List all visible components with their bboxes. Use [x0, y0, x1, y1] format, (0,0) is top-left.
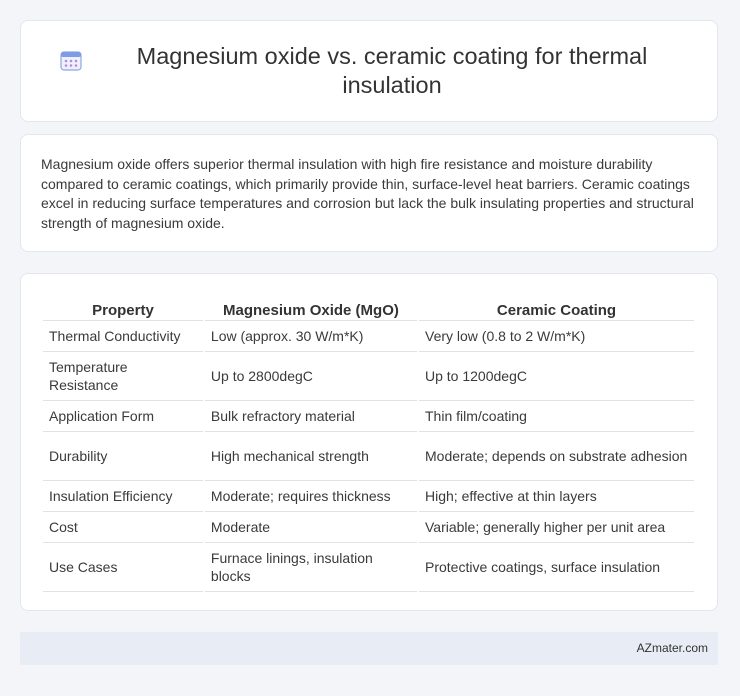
cell-ceramic: Moderate; depends on substrate adhesion — [419, 432, 694, 481]
footer: AZmater.com — [20, 632, 718, 665]
header-magnesium-oxide: Magnesium Oxide (MgO) — [204, 295, 417, 321]
table-row: Application Form Bulk refractory materia… — [43, 401, 694, 432]
table-row: Temperature Resistance Up to 2800degC Up… — [43, 352, 694, 401]
cell-mgo: High mechanical strength — [204, 432, 417, 481]
table-row: Insulation Efficiency Moderate; requires… — [43, 481, 694, 512]
cell-property: Application Form — [43, 401, 203, 432]
header-ceramic-coating: Ceramic Coating — [419, 295, 694, 321]
footer-brand[interactable]: AZmater.com — [637, 641, 708, 655]
table-row: Thermal Conductivity Low (approx. 30 W/m… — [43, 321, 694, 352]
table-row: Use Cases Furnace linings, insulation bl… — [43, 543, 694, 592]
comparison-table-card: Property Magnesium Oxide (MgO) Ceramic C… — [20, 273, 718, 611]
cell-mgo: Up to 2800degC — [204, 352, 417, 401]
cell-mgo: Moderate; requires thickness — [204, 481, 417, 512]
header-property: Property — [43, 295, 203, 321]
cell-property: Use Cases — [43, 543, 203, 592]
cell-property: Temperature Resistance — [43, 352, 203, 401]
cell-property: Cost — [43, 512, 203, 543]
cell-ceramic: Protective coatings, surface insulation — [419, 543, 694, 592]
cell-ceramic: High; effective at thin layers — [419, 481, 694, 512]
table-row: Cost Moderate Variable; generally higher… — [43, 512, 694, 543]
cell-mgo: Moderate — [204, 512, 417, 543]
cell-property: Durability — [43, 432, 203, 481]
title-card: Magnesium oxide vs. ceramic coating for … — [20, 20, 718, 122]
summary-text: Magnesium oxide offers superior thermal … — [41, 156, 694, 231]
calendar-icon — [59, 48, 83, 72]
cell-mgo: Furnace linings, insulation blocks — [204, 543, 417, 592]
table-row: Durability High mechanical strength Mode… — [43, 432, 694, 481]
title-wrap: Magnesium oxide vs. ceramic coating for … — [59, 42, 679, 100]
cell-mgo: Bulk refractory material — [204, 401, 417, 432]
cell-ceramic: Up to 1200degC — [419, 352, 694, 401]
summary-card: Magnesium oxide offers superior thermal … — [20, 134, 718, 252]
cell-property: Thermal Conductivity — [43, 321, 203, 352]
cell-ceramic: Variable; generally higher per unit area — [419, 512, 694, 543]
cell-mgo: Low (approx. 30 W/m*K) — [204, 321, 417, 352]
cell-property: Insulation Efficiency — [43, 481, 203, 512]
cell-ceramic: Very low (0.8 to 2 W/m*K) — [419, 321, 694, 352]
comparison-table: Property Magnesium Oxide (MgO) Ceramic C… — [41, 295, 696, 592]
table-header-row: Property Magnesium Oxide (MgO) Ceramic C… — [43, 295, 694, 321]
cell-ceramic: Thin film/coating — [419, 401, 694, 432]
page-title: Magnesium oxide vs. ceramic coating for … — [136, 43, 648, 98]
